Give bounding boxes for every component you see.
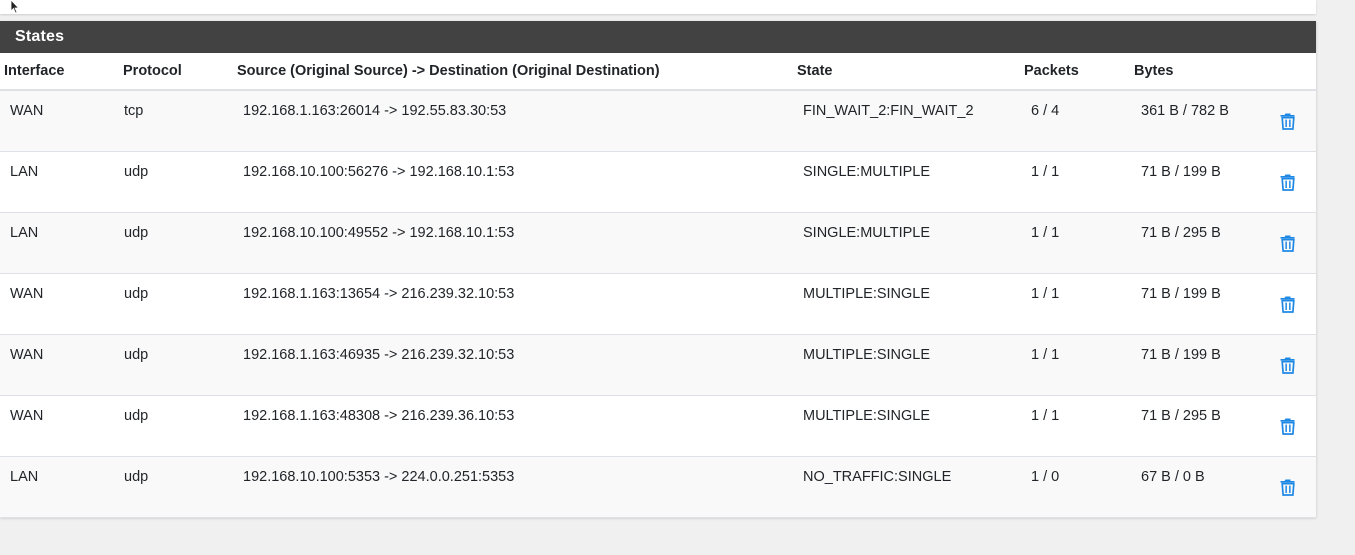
bytes-cell: 71 B / 199 B bbox=[1141, 347, 1221, 363]
trash-icon[interactable] bbox=[1280, 417, 1296, 435]
trash-icon[interactable] bbox=[1280, 478, 1296, 496]
table-row: LAN udp 192.168.10.100:56276 -> 192.168.… bbox=[0, 152, 1316, 213]
table-row: WAN udp 192.168.1.163:13654 -> 216.239.3… bbox=[0, 274, 1316, 335]
trash-icon[interactable] bbox=[1280, 295, 1296, 313]
source-destination-cell: 192.168.1.163:13654 -> 216.239.32.10:53 bbox=[243, 286, 515, 302]
packets-cell: 1 / 1 bbox=[1031, 164, 1060, 180]
source-destination-cell: 192.168.1.163:46935 -> 216.239.32.10:53 bbox=[243, 347, 515, 363]
protocol-cell: udp bbox=[124, 469, 149, 485]
state-cell: MULTIPLE:SINGLE bbox=[803, 347, 931, 363]
source-destination-cell: 192.168.1.163:26014 -> 192.55.83.30:53 bbox=[243, 103, 507, 119]
trash-icon[interactable] bbox=[1280, 173, 1296, 191]
states-panel: States Interface Protocol Source (Origin… bbox=[0, 21, 1316, 518]
states-table-body: WAN tcp 192.168.1.163:26014 -> 192.55.83… bbox=[0, 91, 1316, 518]
state-cell: MULTIPLE:SINGLE bbox=[803, 408, 931, 424]
interface-cell: WAN bbox=[10, 347, 44, 363]
packets-cell: 1 / 1 bbox=[1031, 347, 1060, 363]
state-cell: SINGLE:MULTIPLE bbox=[803, 164, 931, 180]
source-destination-cell: 192.168.1.163:48308 -> 216.239.36.10:53 bbox=[243, 408, 515, 424]
packets-cell: 1 / 1 bbox=[1031, 408, 1060, 424]
column-header-packets[interactable]: Packets bbox=[1024, 63, 1079, 79]
source-destination-cell: 192.168.10.100:56276 -> 192.168.10.1:53 bbox=[243, 164, 515, 180]
table-row: WAN tcp 192.168.1.163:26014 -> 192.55.83… bbox=[0, 91, 1316, 152]
interface-cell: LAN bbox=[10, 225, 39, 241]
table-row: WAN udp 192.168.1.163:48308 -> 216.239.3… bbox=[0, 396, 1316, 457]
panel-title: States bbox=[0, 21, 1316, 53]
state-cell: SINGLE:MULTIPLE bbox=[803, 225, 931, 241]
column-header-state[interactable]: State bbox=[797, 63, 832, 79]
protocol-cell: udp bbox=[124, 347, 149, 363]
interface-cell: WAN bbox=[10, 408, 44, 424]
packets-cell: 1 / 1 bbox=[1031, 286, 1060, 302]
protocol-cell: udp bbox=[124, 286, 149, 302]
packets-cell: 1 / 1 bbox=[1031, 225, 1060, 241]
packets-cell: 6 / 4 bbox=[1031, 103, 1060, 119]
previous-panel-edge bbox=[0, 0, 1316, 14]
table-row: LAN udp 192.168.10.100:5353 -> 224.0.0.2… bbox=[0, 457, 1316, 518]
protocol-cell: udp bbox=[124, 408, 149, 424]
bytes-cell: 71 B / 199 B bbox=[1141, 286, 1221, 302]
column-header-interface[interactable]: Interface bbox=[4, 63, 64, 79]
protocol-cell: udp bbox=[124, 164, 149, 180]
column-header-source-destination[interactable]: Source (Original Source) -> Destination … bbox=[237, 63, 660, 79]
state-cell: NO_TRAFFIC:SINGLE bbox=[803, 469, 952, 485]
trash-icon[interactable] bbox=[1280, 234, 1296, 252]
state-cell: MULTIPLE:SINGLE bbox=[803, 286, 931, 302]
protocol-cell: udp bbox=[124, 225, 149, 241]
table-header: Interface Protocol Source (Original Sour… bbox=[0, 53, 1316, 91]
trash-icon[interactable] bbox=[1280, 356, 1296, 374]
bytes-cell: 71 B / 199 B bbox=[1141, 164, 1221, 180]
table-row: LAN udp 192.168.10.100:49552 -> 192.168.… bbox=[0, 213, 1316, 274]
source-destination-cell: 192.168.10.100:49552 -> 192.168.10.1:53 bbox=[243, 225, 515, 241]
interface-cell: WAN bbox=[10, 286, 44, 302]
bytes-cell: 71 B / 295 B bbox=[1141, 408, 1221, 424]
source-destination-cell: 192.168.10.100:5353 -> 224.0.0.251:5353 bbox=[243, 469, 515, 485]
packets-cell: 1 / 0 bbox=[1031, 469, 1060, 485]
interface-cell: WAN bbox=[10, 103, 44, 119]
state-cell: FIN_WAIT_2:FIN_WAIT_2 bbox=[803, 103, 974, 119]
trash-icon[interactable] bbox=[1280, 112, 1296, 130]
column-header-bytes[interactable]: Bytes bbox=[1134, 63, 1174, 79]
interface-cell: LAN bbox=[10, 469, 39, 485]
bytes-cell: 361 B / 782 B bbox=[1141, 103, 1229, 119]
protocol-cell: tcp bbox=[124, 103, 144, 119]
bytes-cell: 71 B / 295 B bbox=[1141, 225, 1221, 241]
mouse-cursor-icon bbox=[10, 0, 20, 14]
interface-cell: LAN bbox=[10, 164, 39, 180]
bytes-cell: 67 B / 0 B bbox=[1141, 469, 1205, 485]
column-header-protocol[interactable]: Protocol bbox=[123, 63, 182, 79]
table-row: WAN udp 192.168.1.163:46935 -> 216.239.3… bbox=[0, 335, 1316, 396]
